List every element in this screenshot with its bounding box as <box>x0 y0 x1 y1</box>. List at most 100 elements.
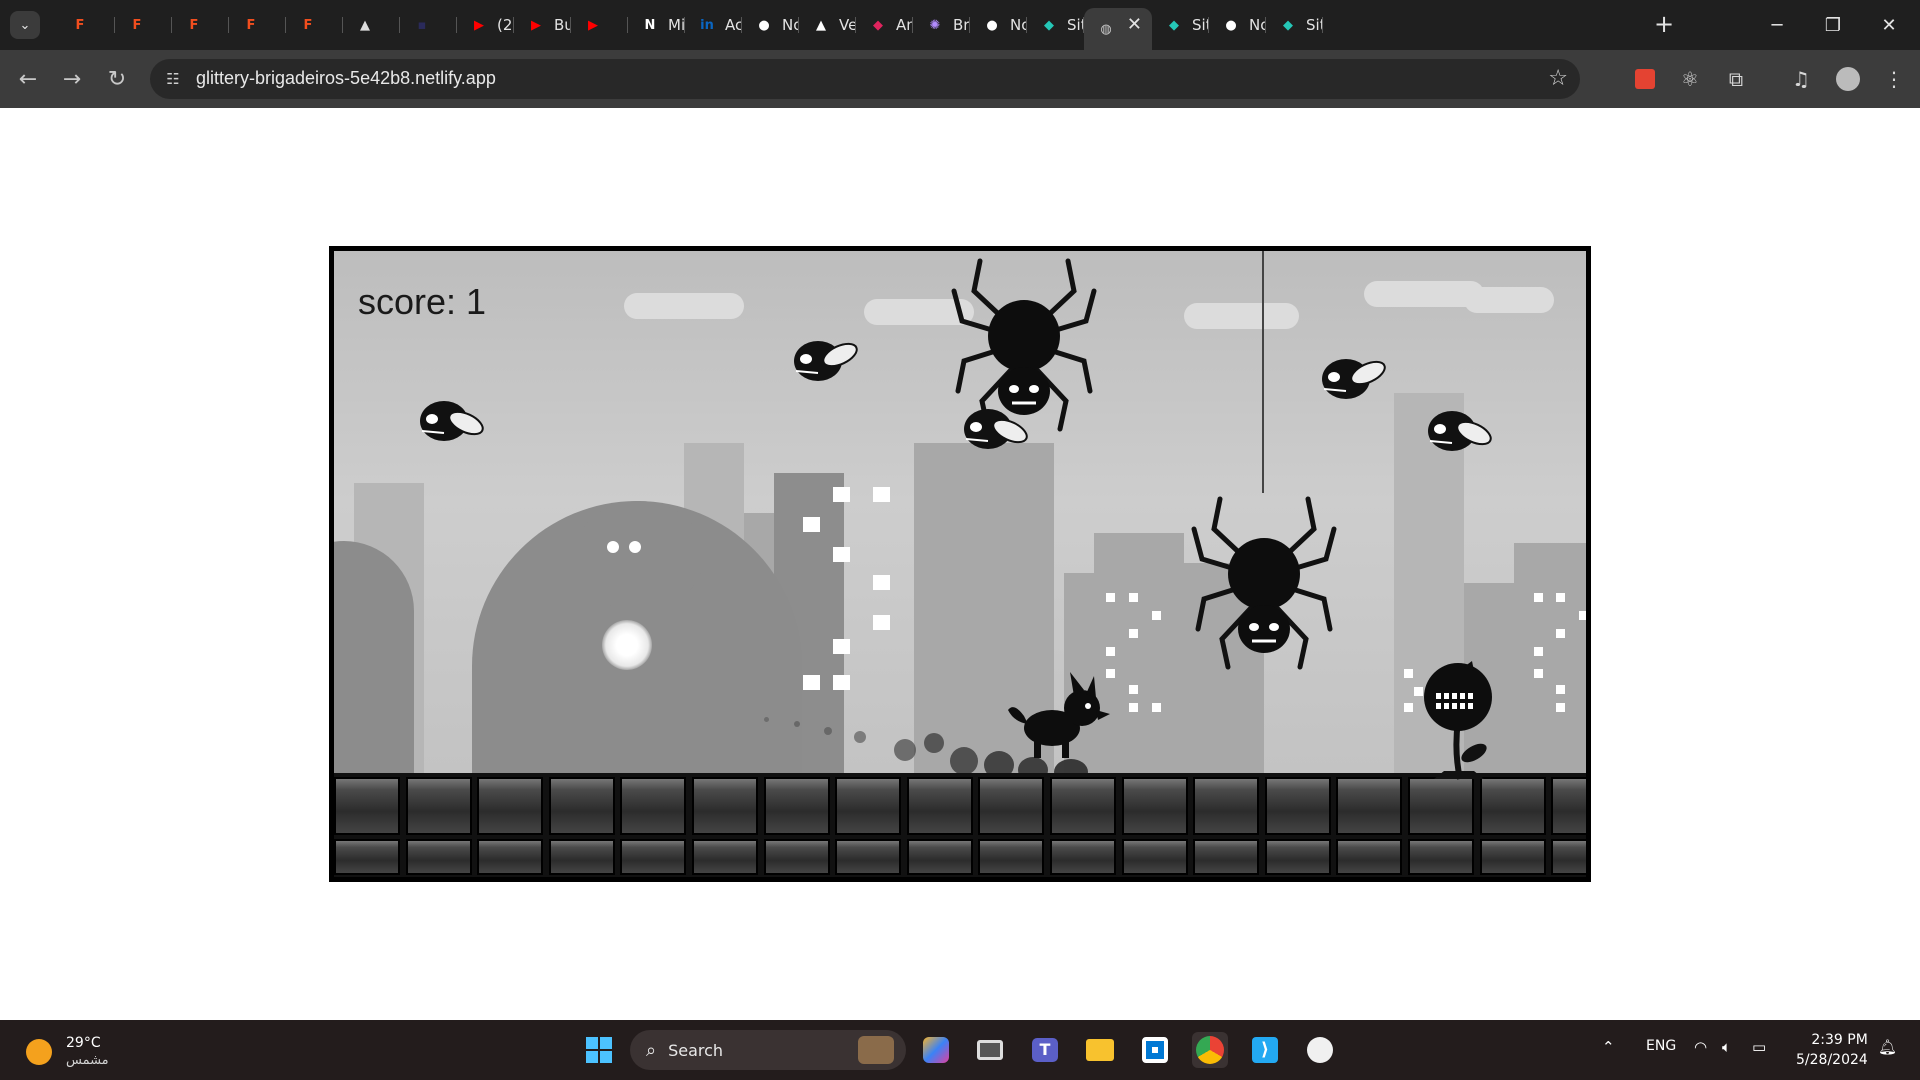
browser-tab[interactable]: F <box>286 8 343 42</box>
tab-label: Ver <box>839 16 856 34</box>
ground-brick <box>1193 839 1260 875</box>
ground-brick <box>763 777 830 835</box>
ground-brick <box>1264 777 1331 835</box>
vscode-icon[interactable]: ⟩ <box>1247 1032 1283 1068</box>
tab-label: No <box>1010 16 1027 34</box>
ground-brick <box>405 777 472 835</box>
ground-brick <box>1551 777 1586 835</box>
profile-avatar[interactable] <box>1834 65 1862 93</box>
browser-tab[interactable]: ▲ Ver <box>799 8 856 42</box>
dark-app-icon: ▪ <box>417 17 427 33</box>
building-window <box>803 517 820 532</box>
close-window-button[interactable]: ✕ <box>1864 8 1914 42</box>
building-window <box>873 575 890 590</box>
netlify-icon: ◆ <box>1283 17 1293 33</box>
ground-brick <box>1479 839 1546 875</box>
browser-menu-icon[interactable]: ⋮ <box>1880 65 1908 93</box>
taskbar-search[interactable]: ⌕ Search <box>630 1030 906 1070</box>
teams-icon[interactable]: T <box>1027 1032 1063 1068</box>
new-tab-button[interactable]: + <box>1650 10 1678 38</box>
fly-enemy <box>420 401 484 441</box>
notification-bell-icon[interactable]: 🔔︎ <box>1878 1038 1897 1056</box>
browser-tab[interactable]: N Mis <box>628 8 685 42</box>
windows-logo-icon <box>586 1037 612 1063</box>
bookmark-star-icon[interactable]: ☆ <box>1548 66 1568 91</box>
task-view-icon[interactable] <box>972 1032 1008 1068</box>
chrome-icon[interactable] <box>1192 1032 1228 1068</box>
ground-brick <box>906 839 973 875</box>
reload-button[interactable]: ↻ <box>102 64 132 94</box>
smoke-particle <box>950 747 978 775</box>
ground-brick <box>1264 839 1331 875</box>
arrow-right-icon: → <box>62 66 82 92</box>
tab-label: No <box>1249 16 1266 34</box>
spider-enemy-hanging <box>1191 496 1337 670</box>
smoke-particle <box>854 731 866 743</box>
browser-tab[interactable]: ◍ ✕ <box>1084 8 1152 50</box>
browser-tab[interactable]: ● No <box>1209 8 1266 42</box>
file-explorer-icon[interactable] <box>1082 1032 1118 1068</box>
tab-label: Mis <box>668 16 685 34</box>
browser-tab[interactable]: ◆ Site <box>1027 8 1084 42</box>
app-circle-icon[interactable] <box>1302 1032 1338 1068</box>
microsoft-store-icon[interactable] <box>1137 1032 1173 1068</box>
weather-widget[interactable]: 29°C مشمس <box>26 1034 109 1070</box>
vercel-icon: ▲ <box>816 17 826 33</box>
browser-tab[interactable]: ▶ <box>571 8 628 42</box>
browser-tab[interactable]: ▲ <box>343 8 400 42</box>
system-clock[interactable]: 2:39 PM 5/28/2024 <box>1796 1030 1868 1070</box>
browser-tab[interactable]: ● No <box>742 8 799 42</box>
weather-temperature: 29°C <box>66 1035 101 1051</box>
building-window <box>1106 647 1115 656</box>
browser-tab[interactable]: ▶ (2) <box>457 8 514 42</box>
clock-time: 2:39 PM <box>1811 1032 1868 1048</box>
game-canvas[interactable]: score: 1 <box>334 251 1586 877</box>
browser-tab[interactable]: ● No <box>970 8 1027 42</box>
media-control-icon[interactable]: ♫ <box>1787 65 1815 93</box>
browser-tab[interactable]: ◆ Site <box>1152 8 1209 42</box>
browser-tab[interactable]: F <box>229 8 286 42</box>
browser-tab[interactable]: ◆ Ani <box>856 8 913 42</box>
battery-icon[interactable]: ▭ <box>1752 1038 1766 1056</box>
browser-tab[interactable]: ◆ Site <box>1266 8 1323 42</box>
browser-tab[interactable]: F <box>172 8 229 42</box>
address-bar[interactable]: ☷ glittery-brigadeiros-5e42b8.netlify.ap… <box>150 59 1580 99</box>
arrow-left-icon: ← <box>18 66 38 92</box>
language-indicator[interactable]: ENG <box>1646 1038 1676 1054</box>
extensions-puzzle-icon[interactable]: ⧉ <box>1722 65 1750 93</box>
show-hidden-icons-chevron-icon[interactable]: ⌃ <box>1602 1038 1615 1056</box>
browser-tab[interactable]: in Act <box>685 8 742 42</box>
wifi-icon[interactable]: ◠ <box>1694 1038 1707 1056</box>
building-window <box>1152 703 1161 712</box>
ground-brick <box>1193 777 1260 835</box>
start-button[interactable] <box>581 1032 617 1068</box>
ground-brick <box>692 839 758 875</box>
close-tab-icon[interactable]: ✕ <box>1127 14 1142 35</box>
ground-brick <box>548 777 615 835</box>
ground-brick <box>548 839 615 875</box>
building-window <box>1129 629 1138 638</box>
browser-tab[interactable]: ▪ <box>400 8 457 42</box>
building-window <box>833 547 850 562</box>
volume-icon[interactable]: 🔈︎ <box>1722 1038 1731 1056</box>
tab-label: Ani <box>896 16 913 34</box>
building-window <box>1129 593 1138 602</box>
ground-brick <box>1336 777 1403 835</box>
browser-tab[interactable]: ▶ Bui <box>514 8 571 42</box>
minimize-button[interactable]: ─ <box>1752 8 1802 42</box>
browser-tab[interactable]: ✺ Bra <box>913 8 970 42</box>
browser-tab[interactable]: F <box>115 8 172 42</box>
back-button[interactable]: ← <box>13 64 43 94</box>
restore-button[interactable]: ❐ <box>1808 8 1858 42</box>
forward-button[interactable]: → <box>57 64 87 94</box>
building-window <box>1152 611 1161 620</box>
todoist-extension-icon[interactable] <box>1631 65 1659 93</box>
site-info-icon[interactable]: ☷ <box>162 68 184 90</box>
react-devtools-extension-icon[interactable]: ⚛ <box>1676 65 1704 93</box>
smoke-particle <box>764 717 769 722</box>
tab-search-button[interactable]: ⌄ <box>10 11 40 39</box>
browser-tab[interactable]: F <box>58 8 115 42</box>
copilot-icon[interactable] <box>918 1032 954 1068</box>
building-window <box>873 615 890 630</box>
smoke-particle <box>924 733 944 753</box>
